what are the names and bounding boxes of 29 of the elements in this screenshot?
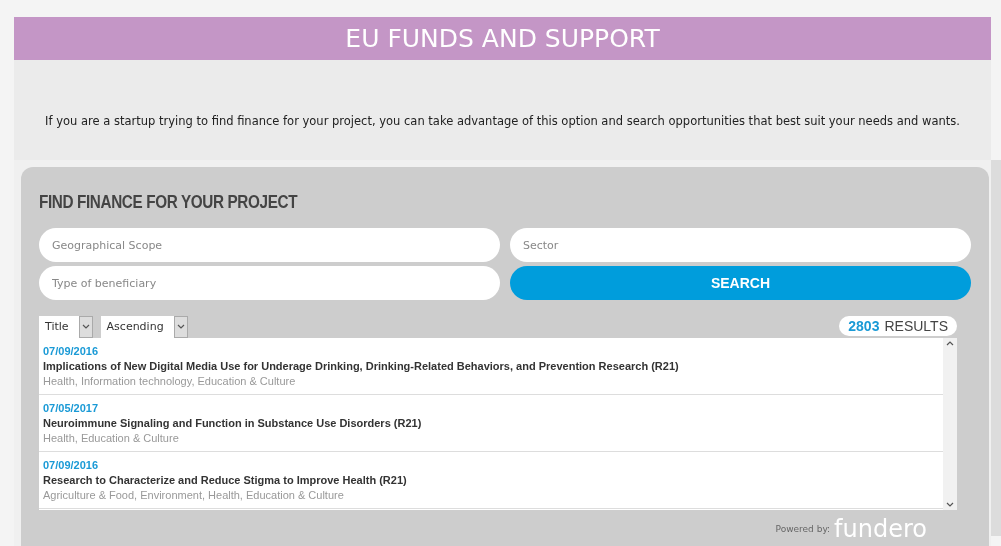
filter-field[interactable]: Geographical Scope: [39, 228, 500, 262]
result-item[interactable]: 07/09/2016 Research to Characterize and Reduce Stigma to Improve Health (R21) Agriculture & Food, Environment, Health, Education & Culture: [39, 452, 943, 509]
result-title: Research to Characterize and Reduce Stigma to Improve Health (R21): [43, 473, 408, 488]
chevron-up-icon: [946, 340, 954, 346]
result-sectors: Agriculture & Food, Environment, Health, Education & Culture: [43, 488, 345, 503]
filter-field[interactable]: Sector: [510, 228, 971, 262]
filter-field[interactable]: Type of beneficiary: [39, 266, 500, 300]
result-sectors: Health, Education & Culture: [43, 431, 180, 446]
result-sectors: Health, Information technology, Education & Culture: [43, 374, 297, 389]
finder-title: FIND FINANCE FOR YOUR PROJECT: [39, 191, 299, 214]
powered-by-text: Powered by:: [775, 522, 831, 536]
chevron-down-icon: [81, 324, 90, 330]
chevron-down-icon: [176, 324, 185, 330]
scrollbar[interactable]: [943, 338, 957, 510]
chevron-down-icon: [946, 502, 954, 508]
result-date: 07/09/2016: [43, 344, 100, 359]
sort-dropdown[interactable]: Title: [39, 316, 93, 338]
page-scrollbar[interactable]: [991, 160, 1001, 536]
results-label: RESULTS: [884, 316, 948, 336]
result-date: 07/05/2017: [43, 401, 100, 416]
results-count: 2803: [848, 316, 880, 336]
page-title: EU FUNDS AND SUPPORT: [345, 22, 660, 55]
sort-dropdown[interactable]: Ascending: [100, 316, 188, 338]
result-title: Neuroimmune Signaling and Function in Substance Use Disorders (R21): [43, 416, 423, 431]
result-item[interactable]: 07/09/2016 Implications of New Digital Media Use for Underage Drinking, Drinking-Related Behaviors, and Prevention Research (R21) Health, Information technology, Education & Culture: [39, 338, 943, 395]
result-date: 07/09/2016: [43, 458, 100, 473]
intro-text: If you are a startup trying to find finance for your project, you can take advantage of this option and search opportunities that best suit your needs and wants.: [45, 113, 960, 131]
result-item[interactable]: 07/05/2017 Neuroimmune Signaling and Function in Substance Use Disorders (R21) Health, Education & Culture: [39, 395, 943, 452]
result-title: Implications of New Digital Media Use for Underage Drinking, Drinking-Related Behaviors, and Prevention Research (R21): [43, 359, 680, 374]
